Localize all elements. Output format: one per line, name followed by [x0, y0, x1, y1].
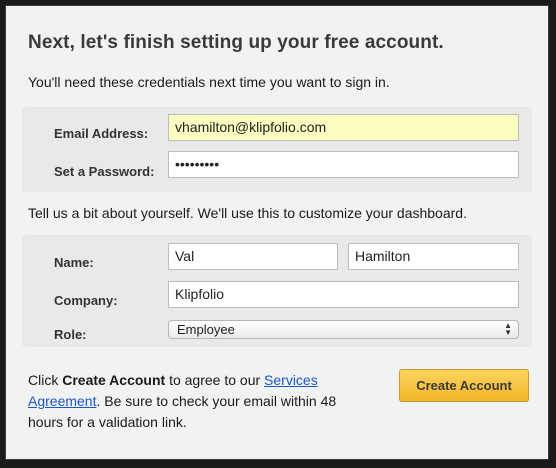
password-label: Set a Password: [54, 164, 155, 179]
credentials-panel: Email Address: vhamilton@klipfolio.com S… [22, 107, 532, 192]
signup-dialog: Next, let's finish setting up your free … [5, 5, 549, 460]
agreement-text: Click Create Account to agree to our Ser… [28, 372, 337, 430]
role-select[interactable]: Employee ▲ ▼ [168, 320, 519, 339]
name-label: Name: [54, 255, 94, 270]
create-account-button[interactable]: Create Account [399, 369, 529, 402]
email-label: Email Address: [54, 126, 149, 141]
credentials-intro: You'll need these credentials next time … [28, 74, 390, 90]
page-title: Next, let's finish setting up your free … [28, 32, 444, 53]
password-field[interactable]: ••••••••• [168, 151, 519, 178]
role-select-value: Employee [177, 322, 235, 337]
email-field[interactable]: vhamilton@klipfolio.com [168, 114, 519, 141]
create-account-bold: Create Account [62, 372, 166, 388]
select-arrows-icon: ▲ ▼ [504, 321, 512, 337]
first-name-field[interactable]: Val [168, 243, 338, 270]
company-label: Company: [54, 293, 118, 308]
last-name-field[interactable]: Hamilton [348, 243, 519, 270]
role-label: Role: [54, 327, 87, 342]
about-intro: Tell us a bit about yourself. We'll use … [28, 205, 467, 221]
company-field[interactable]: Klipfolio [168, 281, 519, 308]
about-panel: Name: Val Hamilton Company: Klipfolio Ro… [22, 235, 532, 347]
